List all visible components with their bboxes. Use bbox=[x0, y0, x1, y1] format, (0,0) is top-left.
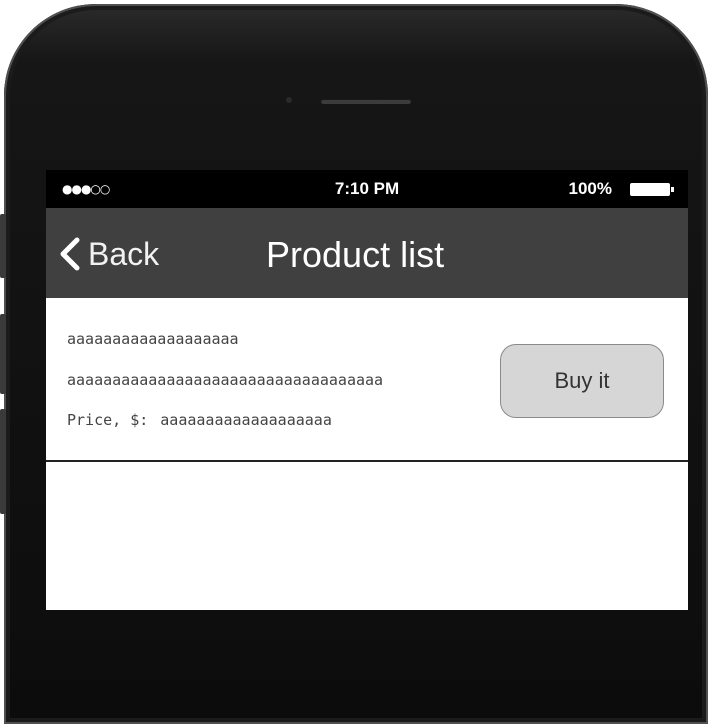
price-value: aaaaaaaaaaaaaaaaaaa bbox=[160, 411, 332, 429]
product-description: aaaaaaaaaaaaaaaaaaaaaaaaaaaaaaaaaaa bbox=[67, 371, 384, 389]
navigation-bar: Back Product list bbox=[46, 208, 688, 298]
screen: ●●●○○ 7:10 PM 100% Back Product list aaa… bbox=[46, 170, 688, 610]
price-label: Price, $: bbox=[67, 411, 149, 429]
battery-icon bbox=[630, 183, 674, 196]
volume-down-button bbox=[0, 409, 6, 514]
battery-percent: 100% bbox=[568, 179, 612, 198]
back-label: Back bbox=[88, 235, 160, 272]
front-camera bbox=[286, 97, 292, 103]
page-title: Product list bbox=[266, 234, 445, 275]
mute-switch bbox=[0, 214, 6, 278]
product-list-item[interactable]: aaaaaaaaaaaaaaaaaaa aaaaaaaaaaaaaaaaaaaa… bbox=[46, 298, 688, 462]
product-price-row: Price, $: aaaaaaaaaaaaaaaaaaa bbox=[67, 411, 332, 429]
volume-up-button bbox=[0, 314, 6, 394]
back-button[interactable]: Back bbox=[58, 232, 159, 276]
phone-frame: ●●●○○ 7:10 PM 100% Back Product list aaa… bbox=[0, 4, 708, 724]
buy-button[interactable]: Buy it bbox=[500, 344, 664, 418]
status-bar: ●●●○○ 7:10 PM 100% bbox=[46, 170, 688, 208]
chevron-left-icon bbox=[60, 237, 80, 271]
product-name: aaaaaaaaaaaaaaaaaaa bbox=[67, 330, 239, 348]
earpiece-speaker bbox=[321, 99, 411, 104]
